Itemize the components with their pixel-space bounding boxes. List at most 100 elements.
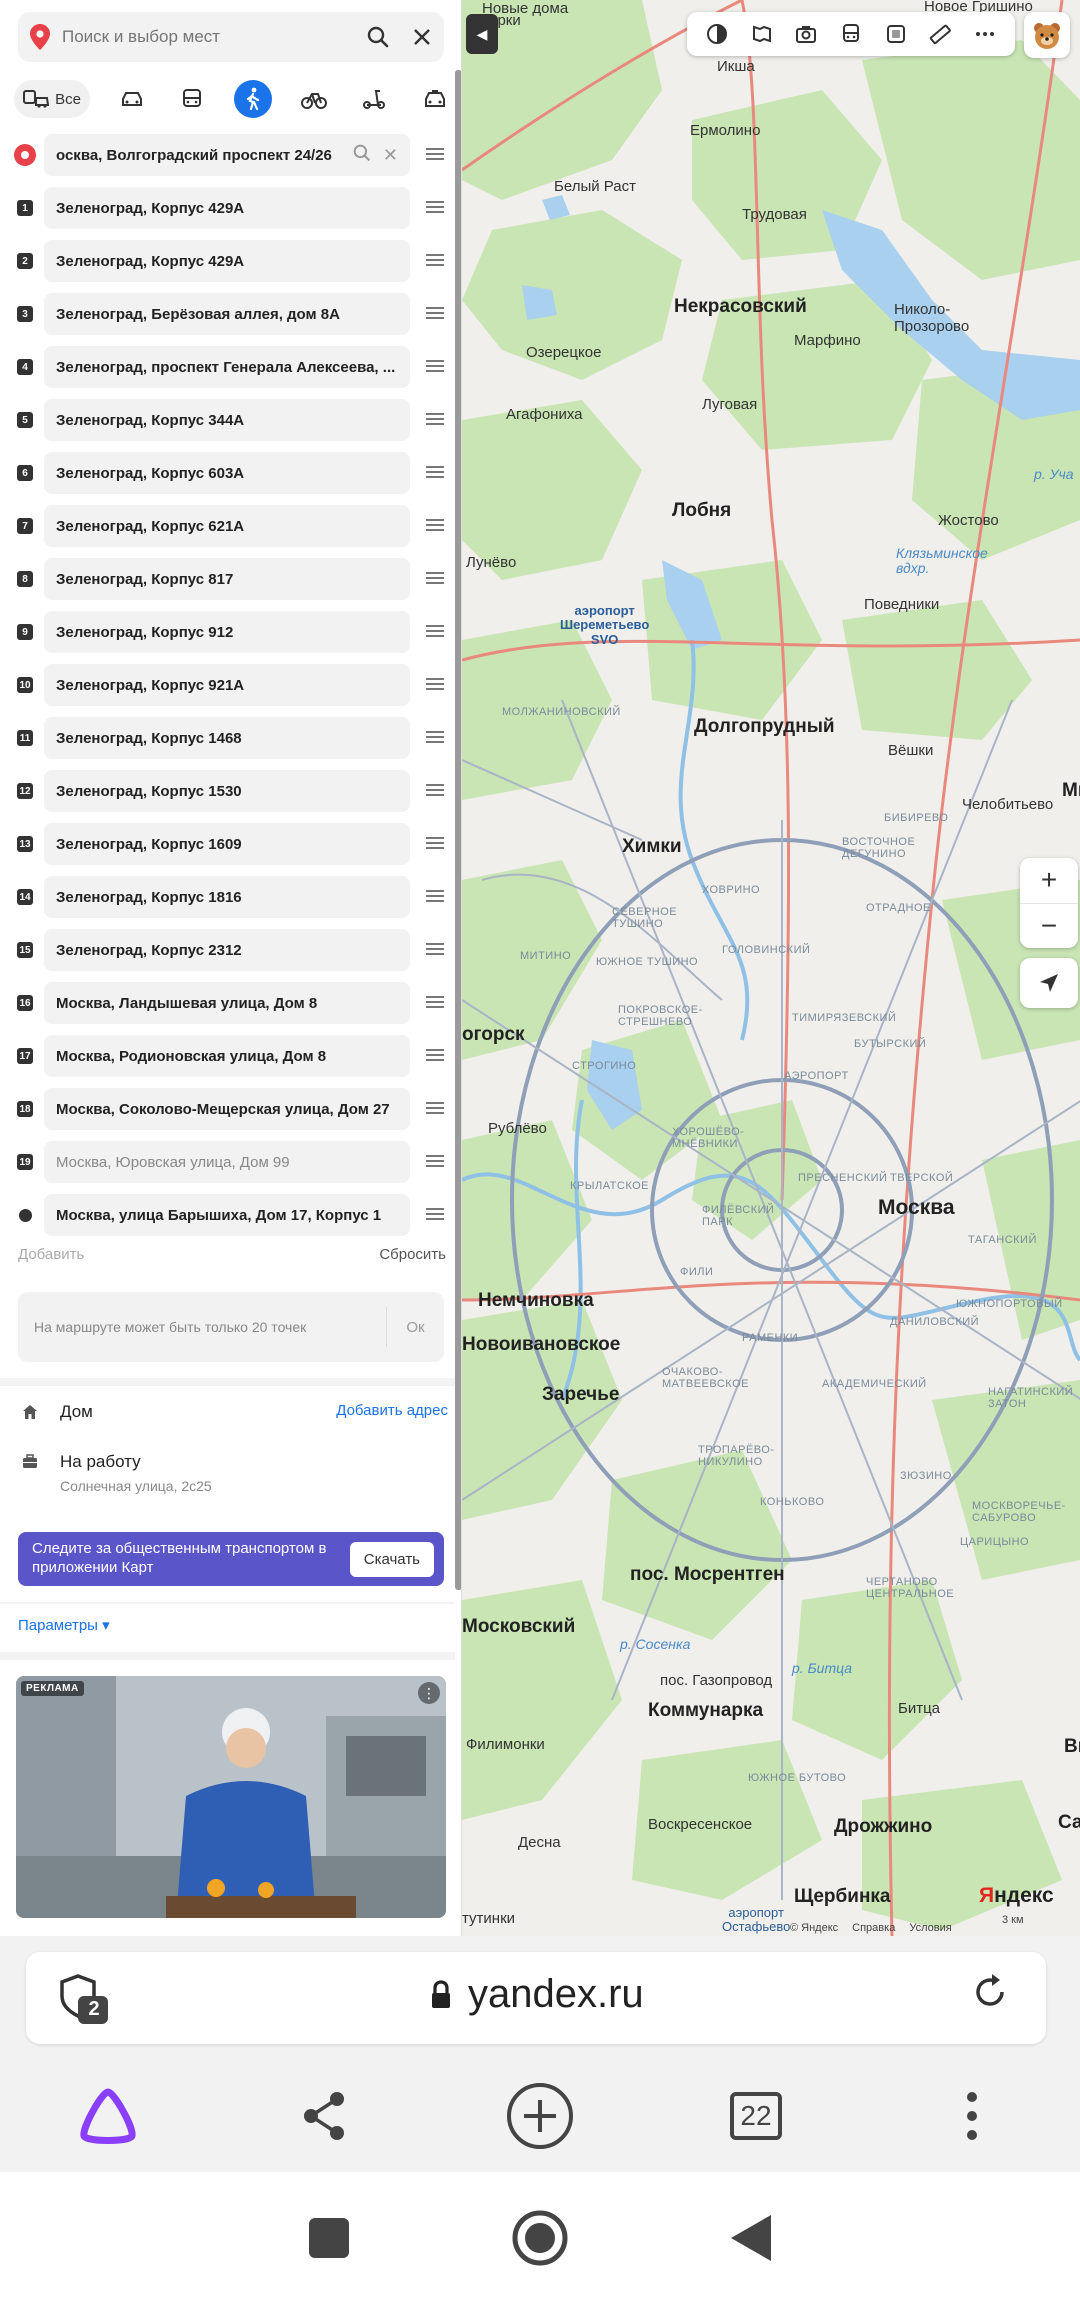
drag-handle-icon[interactable]: [426, 943, 444, 955]
search-bar[interactable]: [18, 12, 444, 62]
search-icon[interactable]: [356, 26, 400, 48]
my-location-button[interactable]: [1020, 958, 1078, 1008]
back-button[interactable]: [729, 2213, 773, 2268]
drag-handle-icon[interactable]: [426, 1049, 444, 1061]
route-point-field[interactable]: Зеленоград, Корпус 603А: [44, 452, 410, 494]
panorama-icon[interactable]: [749, 21, 775, 47]
route-point-field[interactable]: Зеленоград, Корпус 1816: [44, 876, 410, 918]
route-point-field[interactable]: Зеленоград, Корпус 912: [44, 611, 410, 653]
drag-handle-icon[interactable]: [426, 1208, 444, 1220]
route-point-field[interactable]: Москва, Соколово-Мещерская улица, Дом 27: [44, 1088, 410, 1130]
advertisement[interactable]: РЕКЛАМА ⋮: [16, 1676, 446, 1918]
drag-handle-icon[interactable]: [426, 1155, 444, 1167]
drag-handle-icon[interactable]: [426, 572, 444, 584]
more-icon[interactable]: [972, 21, 998, 47]
route-point-field[interactable]: Зеленоград, проспект Генерала Алексеева,…: [44, 346, 410, 388]
layers-icon[interactable]: [704, 21, 730, 47]
home-button[interactable]: [511, 2209, 569, 2272]
route-point-field[interactable]: осква, Волгоградский проспект 24/26 ✕: [44, 134, 410, 176]
place-work[interactable]: На работу Солнечная улица, 2с25: [18, 1452, 448, 1502]
drag-handle-icon[interactable]: [426, 307, 444, 319]
add-address-link[interactable]: Добавить адрес: [336, 1402, 448, 1419]
search-input[interactable]: [62, 27, 356, 47]
mode-taxi-button[interactable]: [416, 80, 454, 118]
drag-handle-icon[interactable]: [426, 1102, 444, 1114]
mode-all-button[interactable]: Все: [14, 80, 90, 118]
ad-menu-icon[interactable]: ⋮: [418, 1682, 440, 1704]
mode-all-label: Все: [55, 90, 81, 108]
drag-handle-icon[interactable]: [426, 678, 444, 690]
clear-icon[interactable]: ✕: [383, 145, 398, 166]
drag-handle-icon[interactable]: [426, 254, 444, 266]
plus-icon: +: [1040, 864, 1058, 896]
route-point-field[interactable]: Зеленоград, Корпус 921А: [44, 664, 410, 706]
route-point-field[interactable]: Москва, Ландышевая улица, Дом 8: [44, 982, 410, 1024]
mode-scooter-button[interactable]: [355, 80, 393, 118]
place-home[interactable]: Дом Добавить адрес: [18, 1402, 448, 1432]
zoom-out-button[interactable]: −: [1020, 902, 1078, 949]
drag-handle-icon[interactable]: [426, 201, 444, 213]
collapse-panel-button[interactable]: ◀: [466, 14, 498, 54]
terms-link[interactable]: Условия: [909, 1922, 951, 1934]
menu-button[interactable]: [932, 2076, 1012, 2156]
help-link[interactable]: Справка: [852, 1922, 895, 1934]
drag-handle-icon[interactable]: [426, 519, 444, 531]
route-point-field[interactable]: Зеленоград, Корпус 344А: [44, 399, 410, 441]
drag-handle-icon[interactable]: [426, 837, 444, 849]
zoom-in-button[interactable]: +: [1020, 858, 1078, 903]
mode-car-button[interactable]: [113, 80, 151, 118]
route-point: 8 Зеленоград, Корпус 817: [0, 552, 461, 605]
route-point-field[interactable]: Москва, улица Барышиха, Дом 17, Корпус 1: [44, 1194, 410, 1236]
drag-handle-icon[interactable]: [426, 360, 444, 372]
drag-handle-icon[interactable]: [426, 413, 444, 425]
mode-bus-button[interactable]: [173, 80, 211, 118]
user-avatar[interactable]: [1024, 12, 1070, 58]
route-point-field[interactable]: Зеленоград, Корпус 1609: [44, 823, 410, 865]
camera-icon[interactable]: [793, 21, 819, 47]
drag-handle-icon[interactable]: [426, 625, 444, 637]
recents-button[interactable]: [307, 2216, 351, 2265]
route-point-field[interactable]: Зеленоград, Корпус 621А: [44, 505, 410, 547]
share-button[interactable]: [284, 2076, 364, 2156]
tabs-button[interactable]: 22: [716, 2076, 796, 2156]
url-display[interactable]: yandex.ru: [430, 1972, 644, 2017]
map-canvas[interactable]: Новые дома Горки Новое Гришино Икша Ермо…: [462, 0, 1080, 1936]
route-point-field[interactable]: Зеленоград, Корпус 817: [44, 558, 410, 600]
route-point-number: 18: [17, 1101, 33, 1117]
route-point-field[interactable]: Москва, Родионовская улица, Дом 8: [44, 1035, 410, 1077]
route-point-field[interactable]: Зеленоград, Корпус 1530: [44, 770, 410, 812]
alice-button[interactable]: [68, 2076, 148, 2156]
map-label: ДАНИЛОВСКИЙ: [890, 1316, 980, 1328]
transit-icon[interactable]: [838, 21, 864, 47]
panel-scrollbar[interactable]: [455, 70, 461, 1590]
drag-handle-icon[interactable]: [426, 148, 444, 160]
drag-handle-icon[interactable]: [426, 996, 444, 1008]
mode-walk-button[interactable]: [233, 80, 272, 118]
route-point-field[interactable]: Зеленоград, Корпус 2312: [44, 929, 410, 971]
traffic-icon[interactable]: [883, 21, 909, 47]
drag-handle-icon[interactable]: [426, 890, 444, 902]
search-icon[interactable]: [353, 144, 371, 167]
ok-button[interactable]: Ок: [386, 1307, 444, 1347]
drag-handle-icon[interactable]: [426, 784, 444, 796]
protection-badge[interactable]: 2: [56, 1972, 112, 2026]
route-point-text: Зеленоград, Корпус 817: [56, 570, 234, 588]
reset-button[interactable]: Сбросить: [379, 1246, 446, 1263]
drag-handle-icon[interactable]: [426, 466, 444, 478]
route-point-field[interactable]: Зеленоград, Корпус 429А: [44, 187, 410, 229]
ruler-icon[interactable]: [927, 21, 953, 47]
reload-button[interactable]: [970, 1972, 1010, 2022]
drag-handle-icon[interactable]: [426, 731, 444, 743]
route-point: 6 Зеленоград, Корпус 603А: [0, 446, 461, 499]
route-point-field[interactable]: Москва, Юровская улица, Дом 99: [44, 1141, 410, 1183]
close-icon[interactable]: [400, 28, 444, 46]
route-point-field[interactable]: Зеленоград, Корпус 429А: [44, 240, 410, 282]
route-point-field[interactable]: Зеленоград, Корпус 1468: [44, 717, 410, 759]
add-point-button[interactable]: Добавить: [18, 1246, 84, 1263]
mode-bike-button[interactable]: [295, 80, 333, 118]
download-button[interactable]: Скачать: [349, 1541, 434, 1577]
parameters-toggle[interactable]: Параметры ▾: [18, 1616, 110, 1634]
route-point-field[interactable]: Зеленоград, Берёзовая аллея, дом 8А: [44, 293, 410, 335]
new-tab-button[interactable]: [500, 2076, 580, 2156]
transit-promo-banner[interactable]: Следите за общественным транспортом в пр…: [18, 1532, 444, 1586]
